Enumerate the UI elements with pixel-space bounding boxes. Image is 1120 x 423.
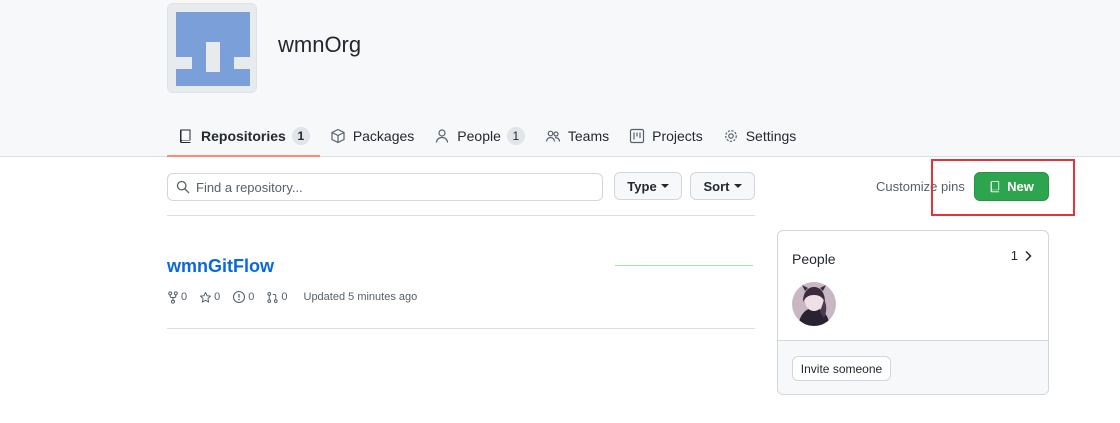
caret-down-icon xyxy=(733,184,742,188)
tab-count: 1 xyxy=(506,127,525,145)
tab-label: Packages xyxy=(352,128,415,144)
tab-label: Projects xyxy=(652,128,703,144)
issue-icon xyxy=(233,290,246,304)
gear-icon xyxy=(724,130,737,142)
star-icon xyxy=(200,291,212,303)
search-input[interactable] xyxy=(196,179,586,195)
member-avatar[interactable] xyxy=(792,282,836,326)
people-card: People 1 Invite someone xyxy=(777,230,1049,395)
tab-label: People xyxy=(457,128,501,144)
tab-people[interactable]: People 1 xyxy=(424,118,535,154)
chevron-right-icon xyxy=(1025,250,1032,261)
repository-search[interactable] xyxy=(167,173,603,201)
type-filter-button[interactable]: Type xyxy=(614,172,682,200)
tab-projects[interactable]: Projects xyxy=(619,118,713,154)
repo-updated-time: Updated 5 minutes ago xyxy=(303,291,418,303)
tab-settings[interactable]: Settings xyxy=(713,118,807,154)
tab-label: Teams xyxy=(567,128,610,144)
repo-meta: 0 0 0 0 Updated 5 minutes ago xyxy=(167,290,417,304)
org-avatar[interactable] xyxy=(167,3,257,93)
repo-pull-requests[interactable]: 0 xyxy=(266,291,288,304)
fork-icon xyxy=(168,290,178,304)
tab-repositories[interactable]: Repositories 1 xyxy=(167,118,320,157)
people-count: 1 xyxy=(1010,248,1018,263)
divider xyxy=(167,215,755,216)
people-count-link[interactable]: 1 xyxy=(1011,248,1032,263)
repo-name-link[interactable]: wmnGitFlow xyxy=(167,256,274,277)
search-icon xyxy=(176,180,190,194)
tab-teams[interactable]: Teams xyxy=(535,118,619,154)
people-card-title: People xyxy=(792,251,836,267)
repo-icon xyxy=(180,129,191,143)
repo-issues[interactable]: 0 xyxy=(232,290,254,304)
project-icon xyxy=(630,128,645,144)
people-card-footer: Invite someone xyxy=(778,340,1048,394)
tab-label: Settings xyxy=(745,128,797,144)
repo-stars[interactable]: 0 xyxy=(199,291,220,304)
invite-someone-button[interactable]: Invite someone xyxy=(792,356,891,381)
tab-label: Repositories xyxy=(201,128,286,144)
pull-request-count: 0 xyxy=(281,291,288,303)
sort-label: Sort xyxy=(703,178,730,194)
org-name: wmnOrg xyxy=(278,32,362,57)
fork-count: 0 xyxy=(181,291,188,303)
pull-request-icon xyxy=(267,291,278,303)
activity-sparkline xyxy=(615,265,753,266)
user-avatar-image xyxy=(792,282,836,326)
repo-list-item: wmnGitFlow 0 0 0 0 Updated 5 minutes ago xyxy=(167,240,755,329)
repo-forks[interactable]: 0 xyxy=(167,290,188,304)
issue-count: 0 xyxy=(248,291,255,303)
person-icon xyxy=(436,129,449,143)
type-filter-label: Type xyxy=(627,178,657,194)
org-identicon xyxy=(176,12,250,86)
package-icon xyxy=(331,128,345,144)
tab-packages[interactable]: Packages xyxy=(320,118,424,154)
caret-down-icon xyxy=(660,184,669,188)
star-count: 0 xyxy=(214,291,221,303)
org-header: wmnOrg Repositories 1 Packages People 1 … xyxy=(0,0,1120,157)
annotation-highlight-box xyxy=(931,159,1075,216)
people-icon xyxy=(545,130,560,142)
tab-count: 1 xyxy=(291,127,310,145)
org-tabs: Repositories 1 Packages People 1 Teams P… xyxy=(167,118,806,157)
sort-button[interactable]: Sort xyxy=(690,172,755,200)
